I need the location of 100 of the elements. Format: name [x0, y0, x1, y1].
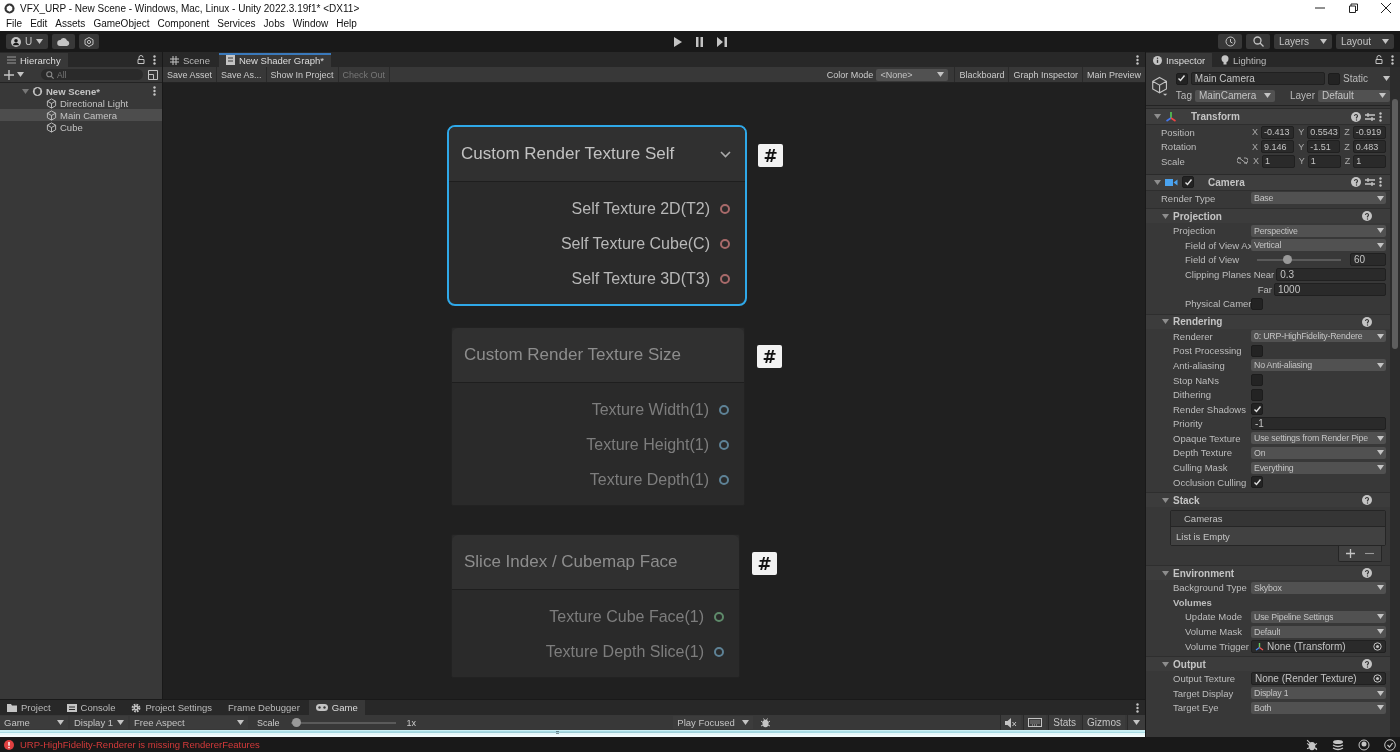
input-field[interactable]: 0.5543 [1307, 125, 1341, 139]
input-field[interactable]: 0.3 [1276, 267, 1386, 281]
dropdown[interactable]: Vertical [1251, 239, 1386, 252]
history-button[interactable] [1218, 34, 1242, 49]
account-button[interactable]: U [6, 34, 49, 49]
object-field[interactable]: None (Render Texture) [1251, 672, 1386, 686]
gizmos-button[interactable]: Gizmos [1082, 715, 1125, 730]
layers-dropdown[interactable]: Layers [1274, 34, 1332, 49]
tree-item[interactable]: New Scene* [0, 85, 162, 97]
link-icon[interactable] [1237, 157, 1248, 166]
name-field[interactable]: Main Camera [1190, 72, 1325, 85]
menu-item[interactable]: Help [332, 18, 361, 29]
mute-button[interactable] [1000, 715, 1022, 730]
input-field[interactable]: -0.919 [1352, 125, 1386, 139]
menu-item[interactable]: Services [213, 18, 260, 29]
bug-icon[interactable] [1306, 738, 1318, 751]
expand-caret-icon[interactable] [22, 87, 29, 95]
toolbar-button[interactable]: Save As... [217, 67, 267, 82]
input-field[interactable]: 1000 [1274, 282, 1386, 296]
more-icon[interactable] [1379, 177, 1382, 188]
color-mode-dropdown[interactable]: <None> [876, 68, 949, 81]
display-dropdown[interactable]: Display 1 [70, 716, 128, 729]
section-header[interactable]: Stack [1146, 492, 1390, 508]
dropdown[interactable]: Everything [1251, 461, 1386, 474]
checkbox[interactable] [1328, 72, 1340, 85]
checkbox[interactable] [1182, 176, 1194, 189]
tab[interactable]: Project Settings [124, 700, 219, 715]
more-icon[interactable] [1136, 702, 1139, 713]
object-field[interactable]: None (Transform) [1251, 639, 1386, 653]
dropdown[interactable]: Display 1 [1251, 687, 1386, 700]
dropdown[interactable]: No Anti-aliasing [1251, 359, 1386, 372]
toolbar-button[interactable]: Save Asset [163, 67, 218, 82]
help-icon[interactable] [1351, 111, 1361, 122]
checkbox[interactable] [1251, 388, 1263, 401]
tab[interactable]: Frame Debugger [221, 700, 307, 715]
keyboard-button[interactable] [1023, 715, 1047, 730]
port-connector[interactable] [720, 273, 730, 284]
dropdown[interactable]: Both [1251, 701, 1386, 714]
input-field[interactable]: -1.51 [1307, 140, 1341, 154]
dropdown[interactable]: Skybox [1251, 581, 1386, 594]
menu-item[interactable]: GameObject [89, 18, 154, 29]
tree-item[interactable]: Main Camera [0, 109, 162, 121]
slider-thumb[interactable] [292, 718, 302, 727]
play-icon[interactable] [673, 36, 682, 47]
menu-item[interactable]: File [2, 18, 27, 29]
help-icon[interactable] [1362, 316, 1372, 327]
search-field[interactable]: All [41, 69, 143, 80]
lock-icon[interactable] [137, 55, 145, 64]
search-button[interactable] [1246, 34, 1270, 49]
port-connector[interactable] [719, 474, 729, 485]
step-icon[interactable] [717, 36, 727, 47]
light-probe-icon[interactable] [1358, 738, 1370, 751]
search-input[interactable]: All [57, 69, 138, 80]
checkbox[interactable] [1251, 403, 1263, 416]
check-circle-icon[interactable] [1384, 738, 1396, 751]
component-header[interactable]: Transform [1146, 108, 1390, 125]
port-connector[interactable] [720, 203, 730, 214]
input-field[interactable]: -1 [1251, 417, 1386, 431]
input-field[interactable]: 1 [1353, 155, 1386, 168]
restore-icon[interactable] [1348, 3, 1358, 13]
component-header[interactable]: Camera [1146, 173, 1390, 191]
pause-icon[interactable] [695, 36, 704, 47]
more-icon[interactable] [1136, 54, 1139, 65]
layer-dropdown[interactable]: Default [1318, 89, 1390, 102]
stack-icon[interactable] [1332, 738, 1344, 751]
port-connector[interactable] [720, 238, 730, 249]
tab[interactable]: Project [0, 700, 58, 715]
toolbar-button[interactable]: Graph Inspector [1008, 67, 1082, 82]
layout-dropdown[interactable]: Layout [1336, 34, 1394, 49]
chevron-icon[interactable] [720, 150, 731, 158]
section-header[interactable]: Rendering [1146, 313, 1390, 329]
help-icon[interactable] [1362, 659, 1372, 670]
view-dropdown[interactable]: Game [0, 716, 68, 729]
checkbox[interactable] [1251, 476, 1263, 489]
target-icon[interactable] [1373, 674, 1382, 684]
more-icon[interactable] [153, 86, 156, 96]
section-header[interactable]: Projection [1146, 208, 1390, 224]
help-icon[interactable] [1362, 568, 1372, 579]
tree-item[interactable]: Cube [0, 121, 162, 133]
input-field[interactable]: 0.483 [1352, 140, 1386, 154]
slider-thumb[interactable] [1282, 255, 1292, 265]
error-message[interactable]: URP-HighFidelity-Renderer is missing RendererFeatures [20, 739, 260, 750]
menu-item[interactable]: Component [153, 18, 214, 29]
target-icon[interactable] [1373, 641, 1382, 651]
window-icon[interactable] [148, 69, 158, 80]
dropdown[interactable]: Use settings from Render Pipe [1251, 432, 1386, 445]
gizmos-menu-button[interactable] [1127, 715, 1145, 730]
more-icon[interactable] [1379, 111, 1382, 122]
port-connector[interactable] [719, 404, 729, 415]
help-icon[interactable] [1362, 211, 1372, 222]
menu-item[interactable]: Jobs [259, 18, 289, 29]
toolbar-button[interactable]: Show In Project [266, 67, 339, 82]
add-icon[interactable] [1346, 549, 1355, 559]
preset-icon[interactable] [1365, 177, 1375, 188]
dropdown[interactable]: Default [1251, 625, 1386, 638]
cloud-button[interactable] [52, 34, 76, 49]
dropdown[interactable]: On [1251, 447, 1386, 459]
more-icon[interactable] [1391, 54, 1394, 65]
section-header[interactable]: Environment [1146, 565, 1390, 581]
play-mode-dropdown[interactable]: Play Focused [673, 716, 754, 729]
